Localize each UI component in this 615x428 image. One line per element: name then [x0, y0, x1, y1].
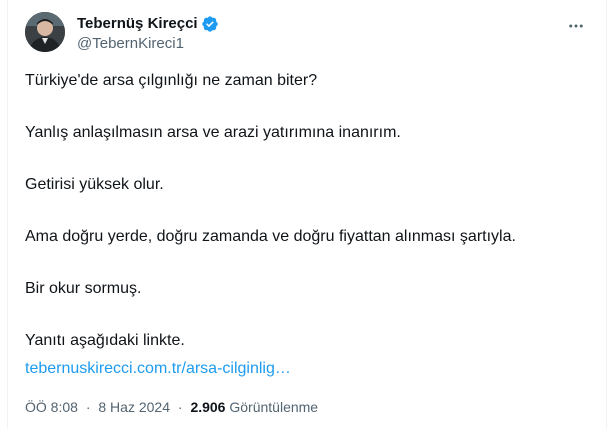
more-horizontal-icon [569, 24, 583, 28]
views-count: 2.906 [190, 399, 226, 415]
tweet-header: Tebernüş Kireçci @TebernKireci1 [25, 12, 594, 60]
verified-badge-icon[interactable] [201, 15, 219, 33]
meta-separator: · [177, 399, 183, 415]
tweet-link[interactable]: tebernuskirecci.com.tr/arsa-cilginlig… [25, 358, 291, 380]
author-handle[interactable]: @TebernKireci1 [77, 34, 219, 54]
tweet-text: Türkiye'de arsa çılgınlığı ne zaman bite… [25, 70, 586, 382]
tweet-paragraph: Türkiye'de arsa çılgınlığı ne zaman bite… [25, 72, 318, 89]
name-row: Tebernüş Kireçci [77, 14, 219, 34]
author-display-name[interactable]: Tebernüş Kireçci [77, 14, 198, 34]
tweet-paragraph: Getirisi yüksek olur. [25, 176, 164, 193]
author-names: Tebernüş Kireçci @TebernKireci1 [77, 14, 219, 54]
tweet-time[interactable]: ÖÖ 8:08 [25, 399, 78, 415]
tweet-card: Tebernüş Kireçci @TebernKireci1 Türkiye'… [7, 0, 607, 428]
tweet-meta: ÖÖ 8:08 · 8 Haz 2024 · 2.906 Görüntülenm… [25, 398, 318, 416]
tweet-paragraph: Ama doğru yerde, doğru zamanda ve doğru … [25, 228, 516, 245]
meta-separator: · [85, 399, 91, 415]
views-label: Görüntülenme [229, 399, 319, 415]
tweet-date[interactable]: 8 Haz 2024 [98, 399, 170, 415]
avatar[interactable] [25, 12, 65, 52]
more-options-button[interactable] [562, 15, 590, 37]
tweet-paragraph: Yanıtı aşağıdaki linkte. [25, 332, 185, 349]
tweet-paragraph: Bir okur sormuş. [25, 280, 142, 297]
tweet-paragraph: Yanlış anlaşılmasın arsa ve arazi yatırı… [25, 124, 401, 141]
